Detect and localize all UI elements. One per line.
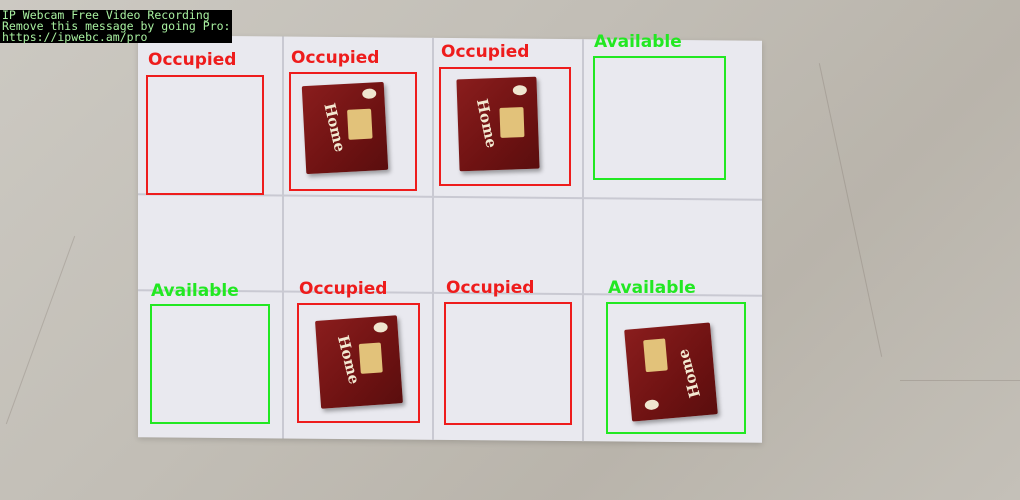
floor-crack — [818, 63, 883, 357]
slot-8-label: Available — [608, 278, 696, 298]
watermark-overlay: IP Webcam Free Video Recording Remove th… — [0, 9, 233, 44]
grid-divider — [582, 39, 584, 442]
slot-1-box — [146, 75, 264, 195]
slot-5-label: Available — [151, 281, 239, 301]
slot-6-label: Occupied — [299, 279, 388, 299]
slot-8-box — [606, 302, 746, 434]
slot-4-box — [593, 56, 726, 180]
slot-6-box — [297, 303, 420, 423]
watermark-line-3: https://ipwebc.am/pro — [2, 30, 148, 44]
slot-3-box — [439, 67, 571, 186]
floor-crack — [900, 380, 1020, 381]
camera-frame: Home Home Home Home Occupied Occupied Oc… — [0, 0, 1020, 500]
floor-crack — [5, 235, 76, 425]
slot-2-label: Occupied — [291, 48, 380, 68]
slot-7-label: Occupied — [446, 278, 535, 298]
slot-7-box — [444, 302, 572, 425]
slot-2-box — [289, 72, 417, 191]
slot-4-label: Available — [594, 32, 682, 52]
grid-divider — [432, 37, 434, 440]
slot-5-box — [150, 304, 270, 424]
slot-3-label: Occupied — [441, 42, 530, 62]
slot-1-label: Occupied — [148, 50, 237, 70]
grid-divider — [282, 36, 284, 439]
